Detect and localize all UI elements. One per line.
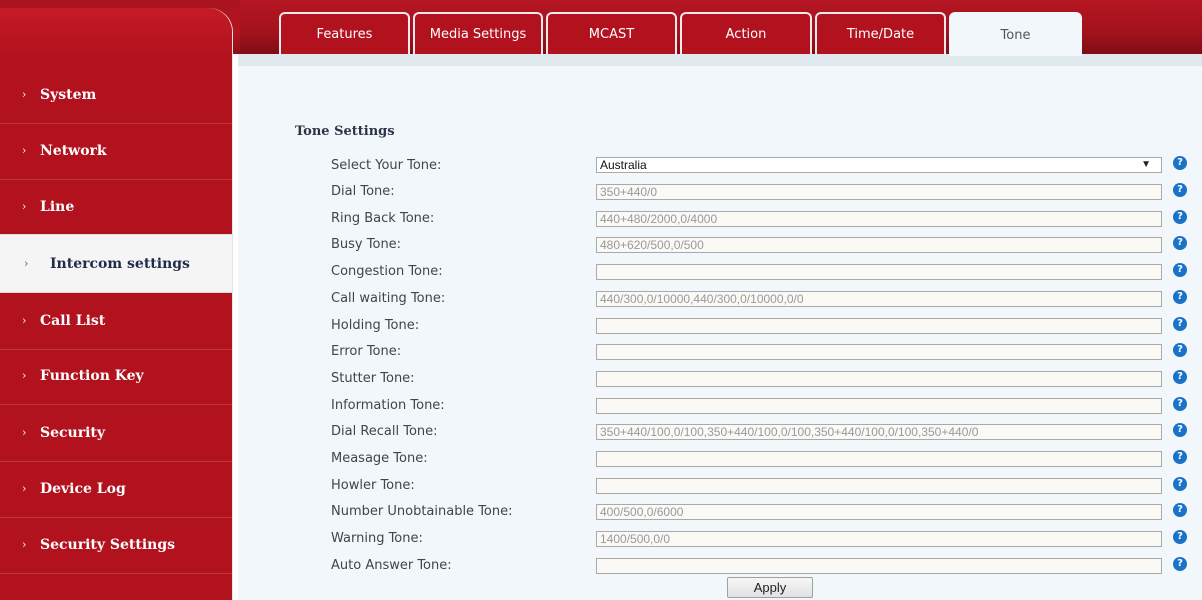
help-icon[interactable]: ? [1173,317,1187,331]
error-tone-label: Error Tone: [331,344,402,359]
tab-label: Time/Date [846,26,915,42]
sidebar-item-device-log[interactable]: › Device Log [0,460,232,518]
tab-mcast[interactable]: MCAST [546,12,677,54]
tab-action[interactable]: Action [680,12,812,54]
help-icon[interactable]: ? [1173,290,1187,304]
error-tone-input[interactable] [596,344,1162,360]
tab-time-date[interactable]: Time/Date [815,12,946,54]
sidebar-item-label: System [40,86,97,103]
sidebar-item-call-list[interactable]: › Call List [0,292,232,350]
section-title: Tone Settings [295,124,395,139]
call-waiting-tone-label: Call waiting Tone: [331,291,446,306]
chevron-right-icon: › [22,538,27,551]
sidebar-item-label: Function Key [40,367,144,384]
dial-tone-input[interactable]: 350+440/0 [596,184,1162,200]
help-icon[interactable]: ? [1173,450,1187,464]
sidebar-item-label: Call List [40,312,106,329]
call-waiting-tone-input[interactable]: 440/300,0/10000,440/300,0/10000,0/0 [596,291,1162,307]
congestion-tone-label: Congestion Tone: [331,264,443,279]
sidebar-item-label: Intercom settings [50,255,190,272]
holding-tone-label: Holding Tone: [331,318,420,333]
tab-label: Tone [1000,27,1031,43]
select-tone-value: Australia [600,158,647,172]
help-icon[interactable]: ? [1173,503,1187,517]
stutter-tone-input[interactable] [596,371,1162,387]
help-icon[interactable]: ? [1173,210,1187,224]
ring-back-tone-input[interactable]: 440+480/2000,0/4000 [596,211,1162,227]
help-icon[interactable]: ? [1173,423,1187,437]
dial-recall-tone-input[interactable]: 350+440/100,0/100,350+440/100,0/100,350+… [596,424,1162,440]
sidebar-item-label: Security [40,424,106,441]
help-icon[interactable]: ? [1173,263,1187,277]
chevron-right-icon: › [22,200,27,213]
howler-tone-label: Howler Tone: [331,478,415,493]
number-unobtainable-tone-input[interactable]: 400/500,0/6000 [596,504,1162,520]
dial-recall-tone-label: Dial Recall Tone: [331,424,438,439]
sidebar-item-label: Security Settings [40,536,176,553]
measage-tone-input[interactable] [596,451,1162,467]
sidebar-item-intercom-settings[interactable]: › Intercom settings [0,234,232,293]
information-tone-label: Information Tone: [331,398,445,413]
sidebar-item-label: Device Log [40,480,126,497]
chevron-right-icon: › [22,369,27,382]
sidebar-cap [0,8,232,58]
select-tone-label: Select Your Tone: [331,158,442,173]
tab-label: Action [725,26,767,42]
help-icon[interactable]: ? [1173,156,1187,170]
help-icon[interactable]: ? [1173,557,1187,571]
busy-tone-label: Busy Tone: [331,237,402,252]
chevron-right-icon: › [24,257,29,270]
apply-button[interactable]: Apply [727,577,813,598]
tab-features[interactable]: Features [279,12,410,54]
tab-tone[interactable]: Tone [949,12,1082,56]
busy-tone-input[interactable]: 480+620/500,0/500 [596,237,1162,253]
tab-label: Media Settings [429,26,527,42]
help-icon[interactable]: ? [1173,477,1187,491]
chevron-right-icon: › [22,426,27,439]
stutter-tone-label: Stutter Tone: [331,371,415,386]
help-icon[interactable]: ? [1173,397,1187,411]
chevron-right-icon: › [22,314,27,327]
howler-tone-input[interactable] [596,478,1162,494]
chevron-right-icon: › [22,482,27,495]
help-icon[interactable]: ? [1173,236,1187,250]
sidebar-item-network[interactable]: › Network [0,122,232,180]
dial-tone-label: Dial Tone: [331,184,395,199]
tab-label: Features [316,26,373,42]
information-tone-input[interactable] [596,398,1162,414]
warning-tone-label: Warning Tone: [331,531,423,546]
sidebar-item-label: Network [40,142,107,159]
auto-answer-tone-label: Auto Answer Tone: [331,558,452,573]
select-tone-dropdown[interactable]: Australia ▼ [596,157,1162,173]
ring-back-tone-label: Ring Back Tone: [331,211,435,226]
sidebar-item-security[interactable]: › Security [0,404,232,462]
sidebar-item-security-settings[interactable]: › Security Settings [0,516,232,574]
auto-answer-tone-input[interactable] [596,558,1162,574]
chevron-right-icon: › [22,144,27,157]
help-icon[interactable]: ? [1173,530,1187,544]
chevron-right-icon: › [22,88,27,101]
warning-tone-input[interactable]: 1400/500,0/0 [596,531,1162,547]
sidebar-item-label: Line [40,198,75,215]
dropdown-arrow-icon: ▼ [1141,159,1151,170]
sidebar-item-line[interactable]: › Line [0,178,232,236]
congestion-tone-input[interactable] [596,264,1162,280]
tab-label: MCAST [588,26,635,42]
help-icon[interactable]: ? [1173,370,1187,384]
help-icon[interactable]: ? [1173,183,1187,197]
measage-tone-label: Measage Tone: [331,451,428,466]
sidebar-item-system[interactable]: › System [0,66,232,124]
holding-tone-input[interactable] [596,318,1162,334]
help-icon[interactable]: ? [1173,343,1187,357]
tab-media-settings[interactable]: Media Settings [413,12,543,54]
sidebar-item-function-key[interactable]: › Function Key [0,347,232,405]
number-unobtainable-tone-label: Number Unobtainable Tone: [331,504,513,519]
